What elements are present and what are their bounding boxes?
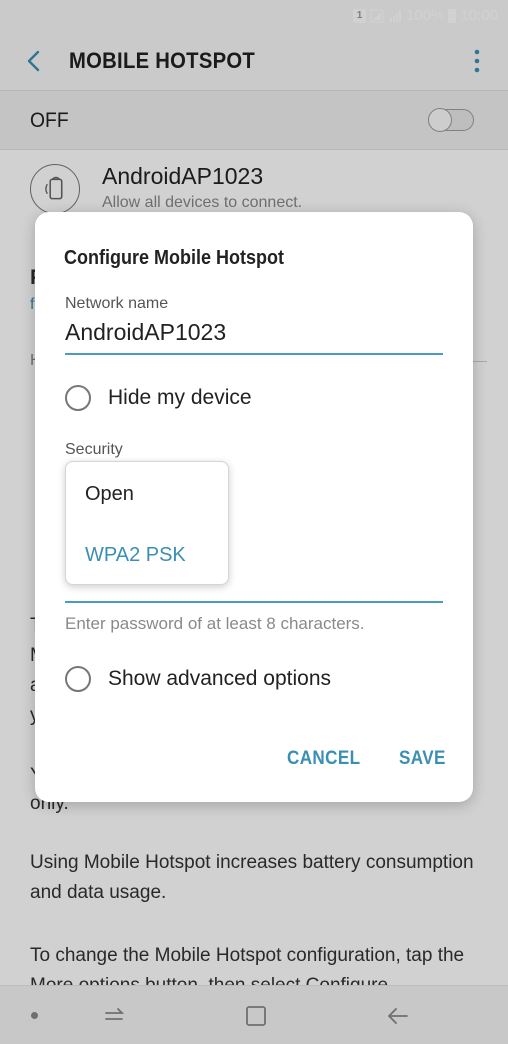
hide-device-option[interactable]: Hide my device bbox=[65, 385, 252, 411]
hide-device-label: Hide my device bbox=[108, 386, 252, 409]
security-label: Security bbox=[65, 441, 123, 458]
dialog-title: Configure Mobile Hotspot bbox=[64, 247, 284, 269]
cancel-button[interactable]: CANCEL bbox=[287, 748, 360, 770]
advanced-options-label: Show advanced options bbox=[108, 667, 331, 690]
security-dropdown: Open WPA2 PSK bbox=[65, 461, 229, 585]
advanced-options-option[interactable]: Show advanced options bbox=[65, 666, 331, 692]
save-button[interactable]: SAVE bbox=[399, 748, 446, 770]
security-option-wpa2-psk[interactable]: WPA2 PSK bbox=[85, 544, 186, 567]
network-name-underline bbox=[65, 353, 443, 355]
hide-device-radio[interactable] bbox=[65, 385, 91, 411]
network-name-label: Network name bbox=[65, 295, 169, 312]
password-hint: Enter password of at least 8 characters. bbox=[65, 614, 365, 633]
security-option-open[interactable]: Open bbox=[85, 483, 134, 506]
network-name-input[interactable]: AndroidAP1023 bbox=[65, 319, 226, 346]
password-underline bbox=[65, 601, 443, 603]
advanced-options-radio[interactable] bbox=[65, 666, 91, 692]
